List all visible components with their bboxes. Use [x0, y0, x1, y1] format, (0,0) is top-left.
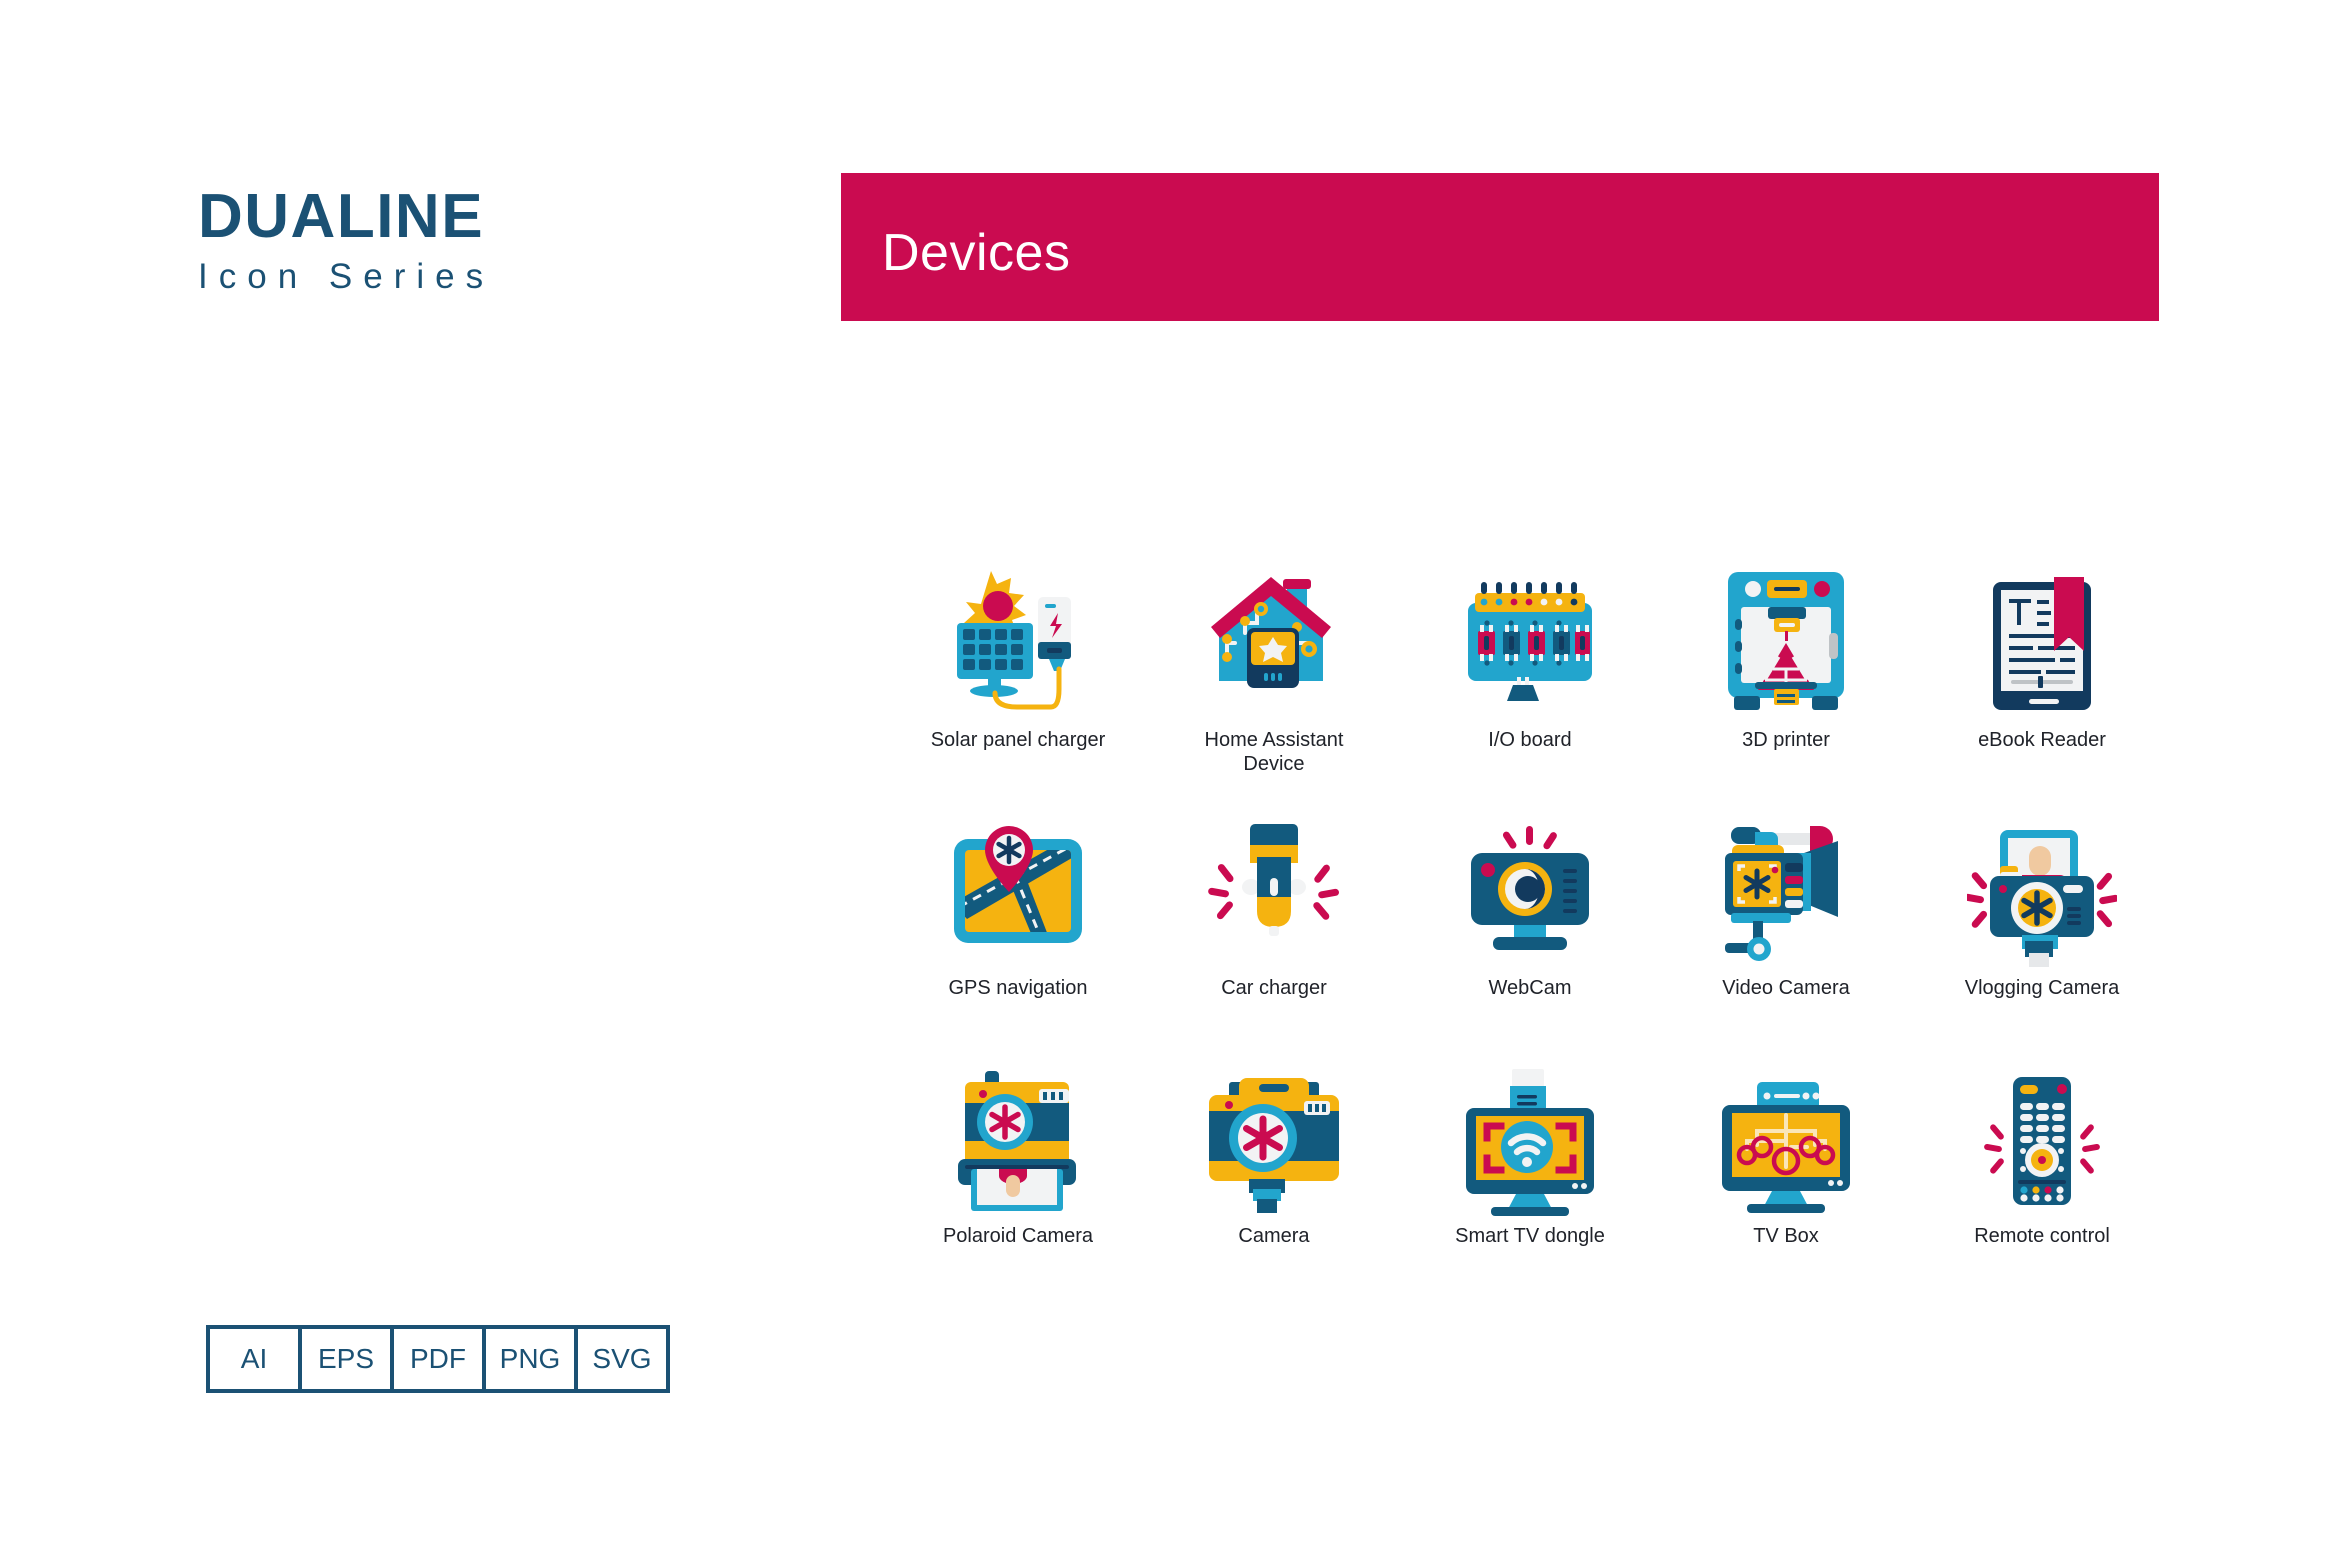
format-badge-eps[interactable]: EPS [302, 1329, 394, 1389]
remote-control-icon [1967, 1061, 2117, 1216]
icon-label: 3D printer [1742, 729, 1830, 751]
format-badge-ai[interactable]: AI [210, 1329, 302, 1389]
page-title: Devices [882, 224, 1071, 282]
icon-cell-io-board[interactable]: I/O board [1402, 565, 1658, 813]
3d-printer-icon [1711, 565, 1861, 720]
icon-cell-solar-panel-charger[interactable]: Solar panel charger [890, 565, 1146, 813]
solar-panel-charger-icon [943, 565, 1093, 720]
icon-cell-tv-box[interactable]: TV Box [1658, 1061, 1914, 1309]
smart-tv-dongle-icon [1455, 1061, 1605, 1216]
brand-block: DUALINE Icon Series [198, 182, 628, 296]
icon-label: WebCam [1488, 977, 1572, 999]
icon-cell-polaroid-camera[interactable]: Polaroid Camera [890, 1061, 1146, 1309]
icon-label: Remote control [1974, 1225, 2110, 1247]
icon-cell-3d-printer[interactable]: 3D printer [1658, 565, 1914, 813]
format-badges: AI EPS PDF PNG SVG [206, 1325, 670, 1393]
format-badge-svg[interactable]: SVG [578, 1329, 666, 1389]
gps-navigation-icon [943, 813, 1093, 968]
home-assistant-device-icon [1199, 565, 1349, 720]
brand-title: DUALINE [198, 182, 485, 251]
icon-label: Polaroid Camera [942, 1225, 1094, 1247]
icon-label: Solar panel charger [930, 729, 1106, 751]
icon-cell-video-camera[interactable]: Video Camera [1658, 813, 1914, 1061]
format-badge-pdf[interactable]: PDF [394, 1329, 486, 1389]
video-camera-icon [1711, 813, 1861, 968]
icon-label: Smart TV dongle [1455, 1225, 1605, 1247]
icon-cell-ebook-reader[interactable]: eBook Reader [1914, 565, 2170, 813]
icon-label: Home Assistant Device [1204, 729, 1344, 776]
icon-grid: Solar panel charger Home Assistant Devic… [890, 565, 2170, 1309]
icon-cell-home-assistant-device[interactable]: Home Assistant Device [1146, 565, 1402, 813]
icon-cell-vlogging-camera[interactable]: Vlogging Camera [1914, 813, 2170, 1061]
polaroid-camera-icon [943, 1061, 1093, 1216]
brand-subtitle: Icon Series [198, 257, 495, 296]
icon-label: Car charger [1221, 977, 1327, 999]
icon-label: TV Box [1753, 1225, 1819, 1247]
icon-label: Video Camera [1722, 977, 1850, 999]
io-board-icon [1455, 565, 1605, 720]
camera-icon [1199, 1061, 1349, 1216]
icon-cell-smart-tv-dongle[interactable]: Smart TV dongle [1402, 1061, 1658, 1309]
icon-label: eBook Reader [1978, 729, 2106, 751]
format-badge-png[interactable]: PNG [486, 1329, 578, 1389]
webcam-icon [1455, 813, 1605, 968]
car-charger-icon [1199, 813, 1349, 968]
vlogging-camera-icon [1967, 813, 2117, 968]
icon-cell-car-charger[interactable]: Car charger [1146, 813, 1402, 1061]
category-banner: Devices [841, 173, 2159, 321]
icon-label: Vlogging Camera [1964, 977, 2120, 999]
icon-label: GPS navigation [948, 977, 1088, 999]
icon-cell-webcam[interactable]: WebCam [1402, 813, 1658, 1061]
icon-label: Camera [1238, 1225, 1310, 1247]
icon-label: I/O board [1488, 729, 1572, 751]
tv-box-icon [1711, 1061, 1861, 1216]
ebook-reader-icon [1967, 565, 2117, 720]
icon-cell-remote-control[interactable]: Remote control [1914, 1061, 2170, 1309]
icon-cell-gps-navigation[interactable]: GPS navigation [890, 813, 1146, 1061]
icon-cell-camera[interactable]: Camera [1146, 1061, 1402, 1309]
